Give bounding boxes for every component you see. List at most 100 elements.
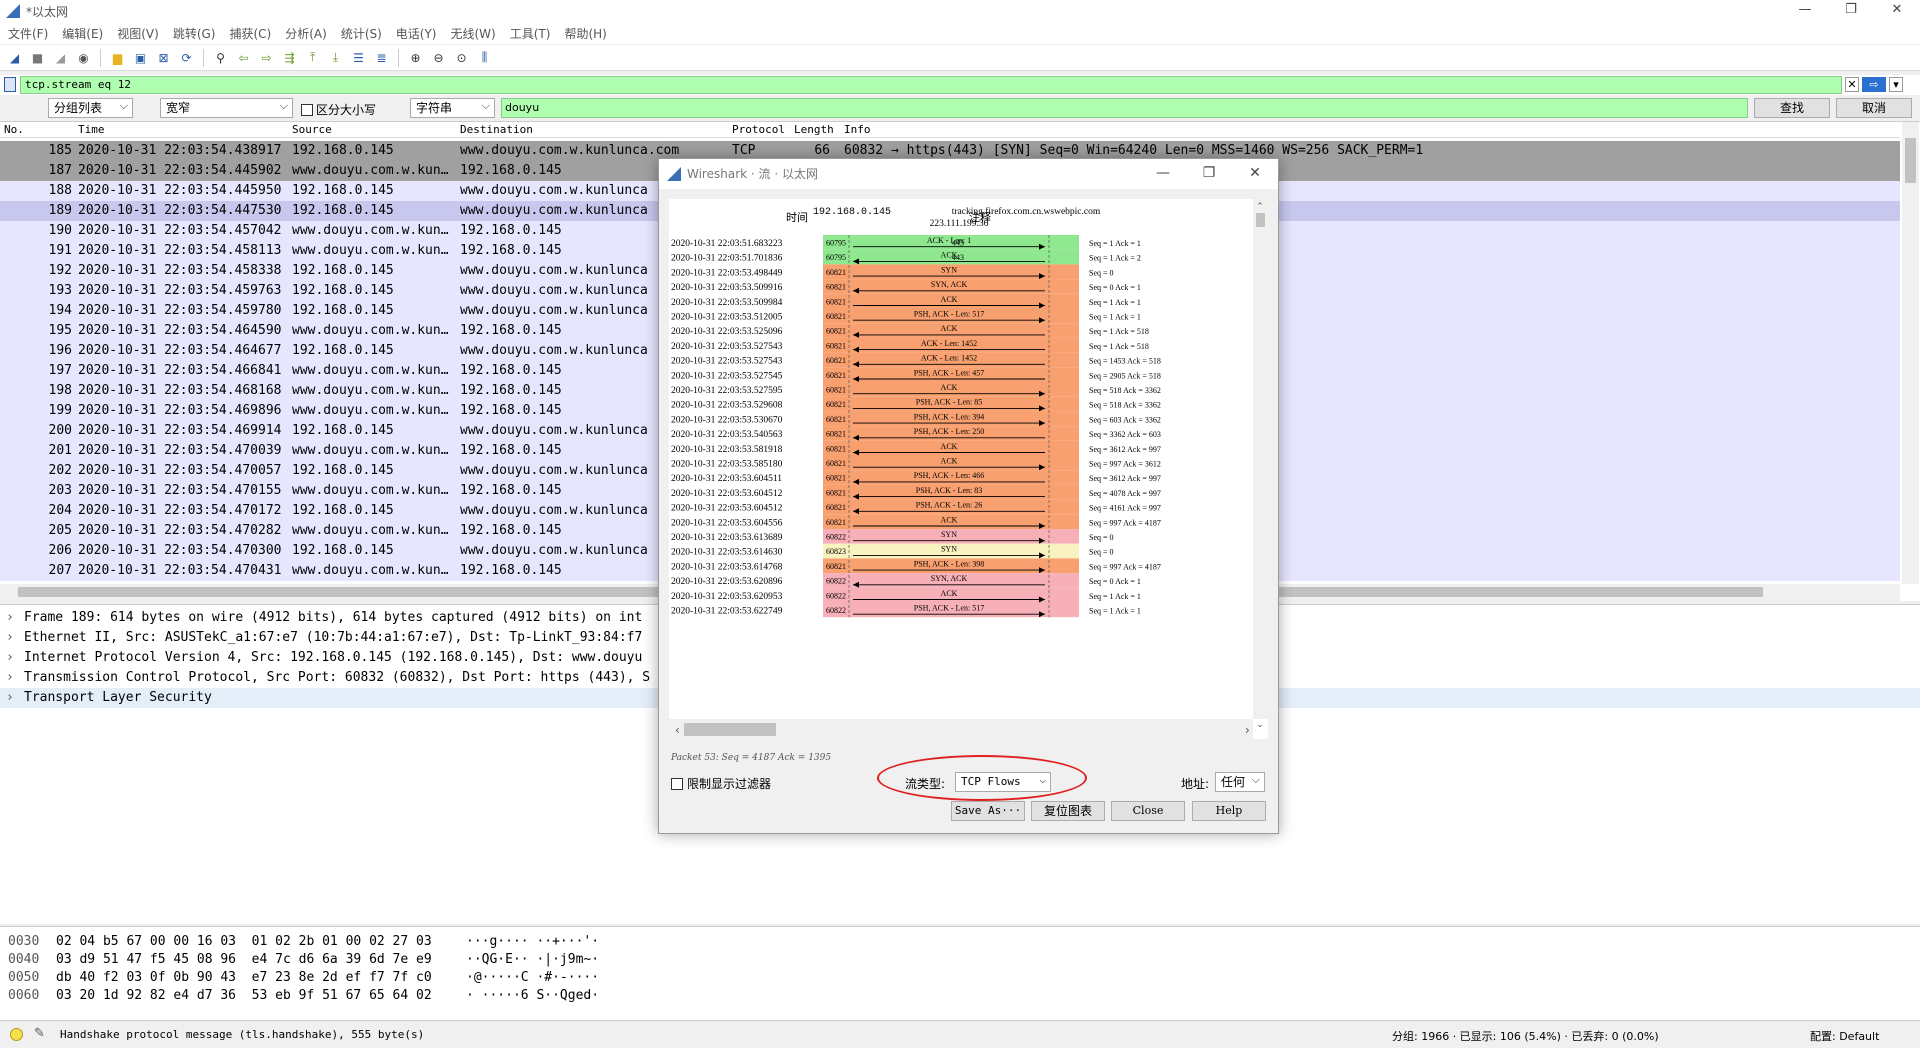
scroll-right-icon[interactable]: › (1245, 723, 1250, 737)
expand-arrow-icon[interactable]: › (6, 688, 14, 708)
cell-src: www.douyu.com.w.kun… (292, 223, 449, 238)
status-bar: ✎ Handshake protocol message (tls.handsh… (0, 1020, 1920, 1048)
scroll-left-icon[interactable]: ‹ (675, 723, 680, 737)
expand-arrow-icon[interactable]: › (6, 668, 14, 688)
flow-comment: Seq = 4078 Ack = 997 (1089, 489, 1161, 498)
flow-graph-canvas[interactable]: 时间 192.168.0.145 tracking.firefox.com.cn.w… (669, 199, 1268, 739)
expand-arrow-icon[interactable]: › (6, 608, 14, 628)
flow-vscroll-thumb[interactable] (1256, 213, 1265, 227)
cell-no: 196 (48, 343, 72, 358)
packet-list-vscroll[interactable] (1902, 122, 1919, 584)
clear-filter-icon[interactable]: ✕ (1845, 77, 1859, 92)
zoom-in-icon[interactable]: ⊕ (406, 48, 425, 67)
address-select[interactable]: 任何 (1215, 771, 1265, 792)
first-packet-icon[interactable]: ⤒ (303, 48, 322, 67)
dialog-maximize-button[interactable]: ❐ (1186, 159, 1232, 189)
cell-time: 2020-10-31 22:03:54.445950 (78, 183, 282, 198)
flow-arrow-label: PSH, ACK - Len: 466 (914, 471, 984, 480)
menu-view[interactable]: 视图(V) (117, 25, 159, 42)
minimize-button[interactable]: — (1782, 0, 1828, 22)
go-forward-icon[interactable]: ⇨ (257, 48, 276, 67)
expand-arrow-icon[interactable]: › (6, 628, 14, 648)
expert-info-icon[interactable] (10, 1028, 23, 1041)
col-length[interactable]: Length (794, 123, 834, 136)
col-no[interactable]: No. (4, 123, 24, 136)
expand-arrow-icon[interactable]: › (6, 648, 14, 668)
scroll-down-icon[interactable]: ⌄ (1256, 720, 1264, 730)
stop-capture-icon[interactable]: ■ (28, 48, 47, 67)
start-capture-icon[interactable]: ◢ (5, 48, 24, 67)
go-back-icon[interactable]: ⇦ (234, 48, 253, 67)
flow-comment: Seq = 518 Ack = 3362 (1089, 401, 1161, 410)
flow-time: 2020-10-31 22:03:51.701836 (671, 254, 783, 264)
cell-no: 207 (48, 563, 72, 578)
menu-file[interactable]: 文件(F) (8, 25, 48, 42)
open-file-icon[interactable]: ▆ (108, 48, 127, 67)
flow-hscroll-thumb[interactable] (684, 723, 776, 736)
search-type-select[interactable]: 字符串 (410, 97, 495, 118)
bookmark-icon[interactable] (4, 77, 16, 92)
menu-go[interactable]: 跳转(G) (173, 25, 216, 42)
menu-capture[interactable]: 捕获(C) (229, 25, 271, 42)
zoom-normal-icon[interactable]: ⊙ (452, 48, 471, 67)
col-info[interactable]: Info (844, 123, 871, 136)
flow-arrow-label: ACK - Len: 1 (927, 236, 971, 245)
case-sensitive-checkbox[interactable] (301, 103, 313, 116)
colorize-icon[interactable]: ≣ (372, 48, 391, 67)
menu-wireless[interactable]: 无线(W) (451, 25, 496, 42)
save-as-button[interactable]: Save As··· (951, 801, 1025, 821)
cell-time: 2020-10-31 22:03:54.470300 (78, 543, 282, 558)
find-input[interactable]: douyu (501, 98, 1748, 118)
reset-chart-button[interactable]: 复位图表 (1031, 801, 1105, 821)
restart-capture-icon[interactable]: ◢ (51, 48, 70, 67)
limit-filter-checkbox[interactable] (671, 777, 683, 790)
search-in-select[interactable]: 分组列表 (48, 97, 133, 118)
capture-options-icon[interactable]: ◉ (74, 48, 93, 67)
cell-dst: 192.168.0.145 (460, 223, 562, 238)
dialog-close-icon[interactable]: ✕ (1232, 159, 1278, 189)
close-window-button[interactable]: ✕ (1874, 0, 1920, 22)
flow-vscroll[interactable] (1253, 199, 1268, 719)
maximize-button[interactable]: ❐ (1828, 0, 1874, 22)
filter-history-icon[interactable]: ▾ (1889, 77, 1903, 92)
char-width-select[interactable]: 宽窄 (160, 97, 293, 118)
autoscroll-icon[interactable]: ☰ (349, 48, 368, 67)
dialog-minimize-button[interactable]: — (1140, 159, 1186, 189)
col-source[interactable]: Source (292, 123, 332, 136)
cell-time: 2020-10-31 22:03:54.469896 (78, 403, 282, 418)
apply-filter-icon[interactable]: ⇨ (1862, 77, 1886, 92)
cell-time: 2020-10-31 22:03:54.466841 (78, 363, 282, 378)
menu-help[interactable]: 帮助(H) (564, 25, 606, 42)
menu-edit[interactable]: 编辑(E) (62, 25, 103, 42)
zoom-out-icon[interactable]: ⊖ (429, 48, 448, 67)
close-file-icon[interactable]: ⊠ (154, 48, 173, 67)
cancel-find-button[interactable]: 取消 (1836, 98, 1912, 118)
go-to-packet-icon[interactable]: ⇶ (280, 48, 299, 67)
cell-no: 199 (48, 403, 72, 418)
save-file-icon[interactable]: ▣ (131, 48, 150, 67)
menu-statistics[interactable]: 统计(S) (341, 25, 382, 42)
cell-no: 193 (48, 283, 72, 298)
find-button[interactable]: 查找 (1754, 98, 1830, 118)
menu-telephony[interactable]: 电话(Y) (396, 25, 437, 42)
close-button[interactable]: Close (1111, 801, 1185, 821)
col-destination[interactable]: Destination (460, 123, 533, 136)
reload-file-icon[interactable]: ⟳ (177, 48, 196, 67)
col-protocol[interactable]: Protocol (732, 123, 785, 136)
help-button[interactable]: Help (1192, 801, 1266, 821)
menu-analyze[interactable]: 分析(A) (285, 25, 327, 42)
scroll-up-icon[interactable]: ⌃ (1256, 202, 1264, 212)
resize-columns-icon[interactable]: ⫼ (475, 48, 494, 67)
menu-tools[interactable]: 工具(T) (510, 25, 551, 42)
find-packet-icon[interactable]: ⚲ (211, 48, 230, 67)
edit-comment-icon[interactable]: ✎ (34, 1026, 45, 1041)
flow-comment: Seq = 0 (1089, 268, 1114, 277)
profile-label[interactable]: 配置: Default (1810, 1028, 1879, 1044)
display-filter-input[interactable]: tcp.stream eq 12 (20, 76, 1842, 94)
flow-port: 60821 (826, 459, 846, 468)
cell-src: 192.168.0.145 (292, 203, 394, 218)
col-time[interactable]: Time (78, 123, 105, 136)
last-packet-icon[interactable]: ⤓ (326, 48, 345, 67)
flow-comment: Seq = 3612 Ack = 997 (1089, 474, 1161, 483)
cell-no: 195 (48, 323, 72, 338)
